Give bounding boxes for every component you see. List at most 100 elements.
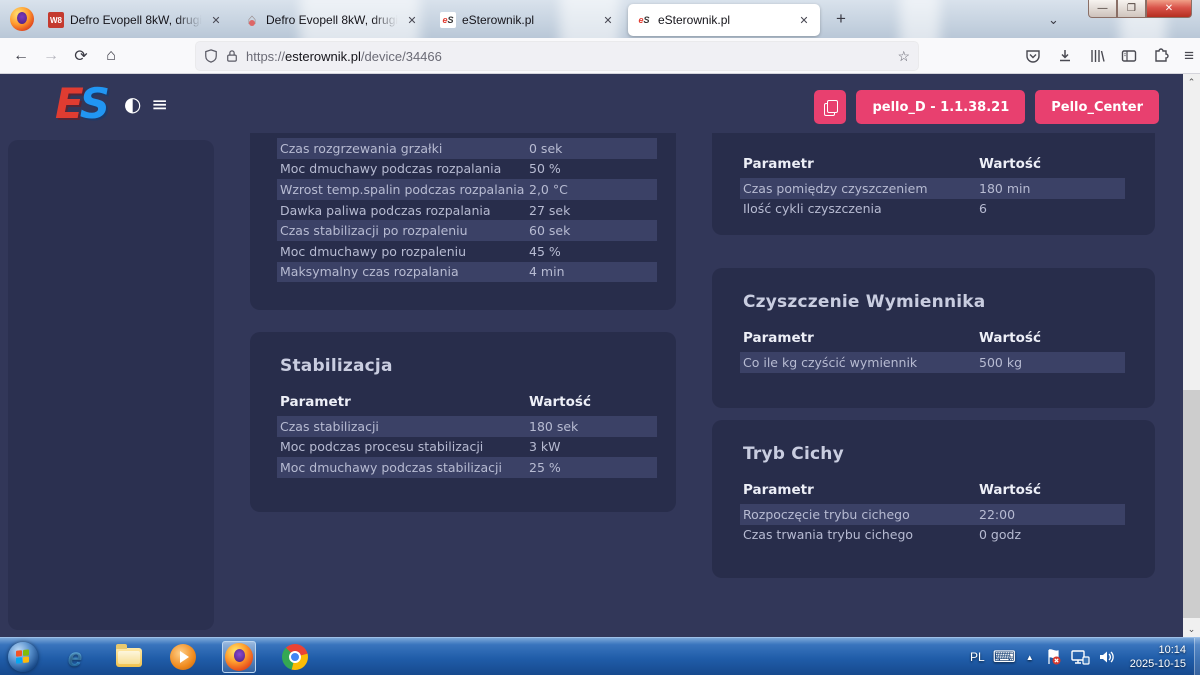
table-row[interactable]: Moc dmuchawy podczas rozpalania50 %: [277, 159, 657, 180]
keyboard-layout-icon[interactable]: ⌨: [993, 647, 1016, 667]
tab-title: eSterownik.pl: [658, 13, 790, 27]
windows-taskbar: e PL ⌨ ▲ 10:14 2025-10-15: [0, 637, 1200, 675]
device-version-button[interactable]: pello_D - 1.1.38.21: [856, 90, 1025, 124]
sidebar-toggle-icon[interactable]: [1120, 47, 1138, 65]
page-scrollbar[interactable]: ⌃ ⌄: [1183, 74, 1200, 637]
sidebar-panel: [8, 140, 214, 630]
table-row[interactable]: Czas rozgrzewania grzałki0 sek: [277, 138, 657, 159]
tab-close-icon[interactable]: ✕: [404, 14, 420, 27]
volume-icon[interactable]: [1098, 648, 1116, 666]
tab-defro-forum-1[interactable]: W8 Defro Evopell 8kW, drugi sezon ✕: [40, 4, 232, 36]
url-text[interactable]: https://esterownik.pl/device/34466: [246, 49, 897, 64]
taskbar-clock[interactable]: 10:14 2025-10-15: [1130, 643, 1186, 671]
new-tab-button[interactable]: +: [836, 9, 846, 29]
card-title: Czyszczenie Wymiennika: [740, 268, 1125, 312]
firefox-app-icon[interactable]: [10, 7, 34, 31]
tab-title: Defro Evopell 8kW, drugi sezon: [70, 13, 202, 27]
downloads-icon[interactable]: [1056, 47, 1074, 65]
card-cleaning-cycles: ParametrWartość Czas pomiędzy czyszczeni…: [712, 133, 1155, 235]
start-button[interactable]: [6, 641, 40, 673]
table-row[interactable]: Czas stabilizacji180 sek: [277, 416, 657, 437]
window-close-button[interactable]: ✕: [1146, 0, 1192, 18]
table-row[interactable]: Czas stabilizacji po rozpaleniu60 sek: [277, 220, 657, 241]
clock-time: 10:14: [1130, 643, 1186, 657]
window-minimize-button[interactable]: —: [1088, 0, 1117, 18]
header-buttons: pello_D - 1.1.38.21 Pello_Center: [814, 90, 1159, 124]
reload-button[interactable]: ⟳: [66, 42, 96, 70]
table-row[interactable]: Moc dmuchawy po rozpaleniu45 %: [277, 241, 657, 262]
table-row[interactable]: Czas pomiędzy czyszczeniem180 min: [740, 178, 1125, 199]
table-row[interactable]: Moc podczas procesu stabilizacji3 kW: [277, 437, 657, 458]
card-title: Tryb Cichy: [740, 420, 1125, 464]
esterownik-favicon-icon: eS: [440, 12, 456, 28]
bookmark-star-icon[interactable]: ☆: [897, 48, 910, 65]
pocket-icon[interactable]: [1024, 47, 1042, 65]
clock-date: 2025-10-15: [1130, 657, 1186, 671]
forward-button[interactable]: →: [36, 42, 66, 70]
table-row[interactable]: Co ile kg czyścić wymiennik500 kg: [740, 352, 1125, 373]
tab-close-icon[interactable]: ✕: [208, 14, 224, 27]
system-tray: PL ⌨ ▲ 10:14 2025-10-15: [970, 638, 1200, 675]
language-indicator[interactable]: PL: [970, 650, 985, 664]
site-menu-icon[interactable]: ≡: [151, 92, 168, 116]
show-desktop-button[interactable]: [1194, 638, 1200, 675]
card-exchanger-cleaning: Czyszczenie Wymiennika ParametrWartość C…: [712, 268, 1155, 408]
table-row[interactable]: Maksymalny czas rozpalania4 min: [277, 262, 657, 283]
esterownik-logo[interactable]: ES: [55, 83, 106, 125]
internet-explorer-icon: e: [68, 642, 82, 673]
forum-favicon-icon: W8: [48, 12, 64, 28]
tab-esterownik-active[interactable]: eS eSterownik.pl ✕: [628, 4, 820, 36]
taskbar-chrome[interactable]: [278, 641, 312, 673]
table-row[interactable]: Dawka paliwa podczas rozpalania27 sek: [277, 200, 657, 221]
media-player-icon: [170, 644, 196, 670]
table-row[interactable]: Wzrost temp.spalin podczas rozpalania2,0…: [277, 179, 657, 200]
table-row[interactable]: Ilość cykli czyszczenia6: [740, 199, 1125, 220]
toolbar-icons: ≡: [1024, 42, 1194, 70]
copy-device-button[interactable]: [814, 90, 846, 124]
action-center-flag-icon[interactable]: [1044, 648, 1062, 666]
card-quiet-mode: Tryb Cichy ParametrWartość Rozpoczęcie t…: [712, 420, 1155, 578]
table-header: ParametrWartość: [740, 156, 1125, 178]
pello-center-button[interactable]: Pello_Center: [1035, 90, 1159, 124]
scroll-up-icon[interactable]: ⌃: [1183, 74, 1200, 90]
tab-close-icon[interactable]: ✕: [600, 14, 616, 27]
table-row[interactable]: Rozpoczęcie trybu cichego22:00: [740, 504, 1125, 525]
tab-title: eSterownik.pl: [462, 13, 594, 27]
card-ignition-params: Czas rozgrzewania grzałki0 sek Moc dmuch…: [250, 133, 676, 310]
lock-icon[interactable]: [226, 49, 238, 63]
tab-esterownik-1[interactable]: eS eSterownik.pl ✕: [432, 4, 624, 36]
table-row[interactable]: Moc dmuchawy podczas stabilizacji25 %: [277, 457, 657, 478]
chrome-icon: [282, 644, 308, 670]
aero-glass-blob: [900, 0, 940, 38]
tab-defro-forum-2[interactable]: ⌂ Defro Evopell 8kW, drugi sezon ✕: [236, 4, 428, 36]
network-icon[interactable]: [1070, 648, 1090, 666]
scroll-down-icon[interactable]: ⌄: [1183, 621, 1200, 637]
browser-tab-strip: W8 Defro Evopell 8kW, drugi sezon ✕ ⌂ De…: [0, 0, 1200, 38]
copy-icon: [824, 100, 836, 114]
taskbar-firefox-active[interactable]: [222, 641, 256, 673]
esterownik-page: Czas rozgrzewania grzałki0 sek Moc dmuch…: [0, 74, 1183, 637]
firefox-icon: [225, 643, 253, 671]
tab-close-icon[interactable]: ✕: [796, 14, 812, 27]
app-menu-icon[interactable]: ≡: [1184, 46, 1194, 66]
taskbar-internet-explorer[interactable]: e: [58, 641, 92, 673]
site-header: ES ◐ ≡ pello_D - 1.1.38.21 Pello_Center: [0, 74, 1183, 133]
home-button[interactable]: ⌂: [96, 42, 126, 70]
table-header: ParametrWartość: [740, 482, 1125, 504]
taskbar-media-player[interactable]: [166, 641, 200, 673]
list-all-tabs-icon[interactable]: ⌄: [1048, 12, 1059, 28]
back-button[interactable]: ←: [6, 42, 36, 70]
url-bar[interactable]: https://esterownik.pl/device/34466 ☆: [196, 42, 918, 70]
theme-toggle-icon[interactable]: ◐: [124, 92, 141, 116]
tracking-shield-icon[interactable]: [204, 49, 218, 63]
taskbar-windows-explorer[interactable]: [112, 641, 146, 673]
show-hidden-icons-button[interactable]: ▲: [1026, 653, 1034, 662]
library-icon[interactable]: [1088, 47, 1106, 65]
tab-title: Defro Evopell 8kW, drugi sezon: [266, 13, 398, 27]
extensions-icon[interactable]: [1152, 47, 1170, 65]
window-maximize-button[interactable]: ❐: [1117, 0, 1146, 18]
card-title: Stabilizacja: [277, 332, 657, 376]
scrollbar-thumb[interactable]: [1183, 390, 1200, 618]
table-header: ParametrWartość: [740, 330, 1125, 352]
table-row[interactable]: Czas trwania trybu cichego0 godz: [740, 525, 1125, 546]
